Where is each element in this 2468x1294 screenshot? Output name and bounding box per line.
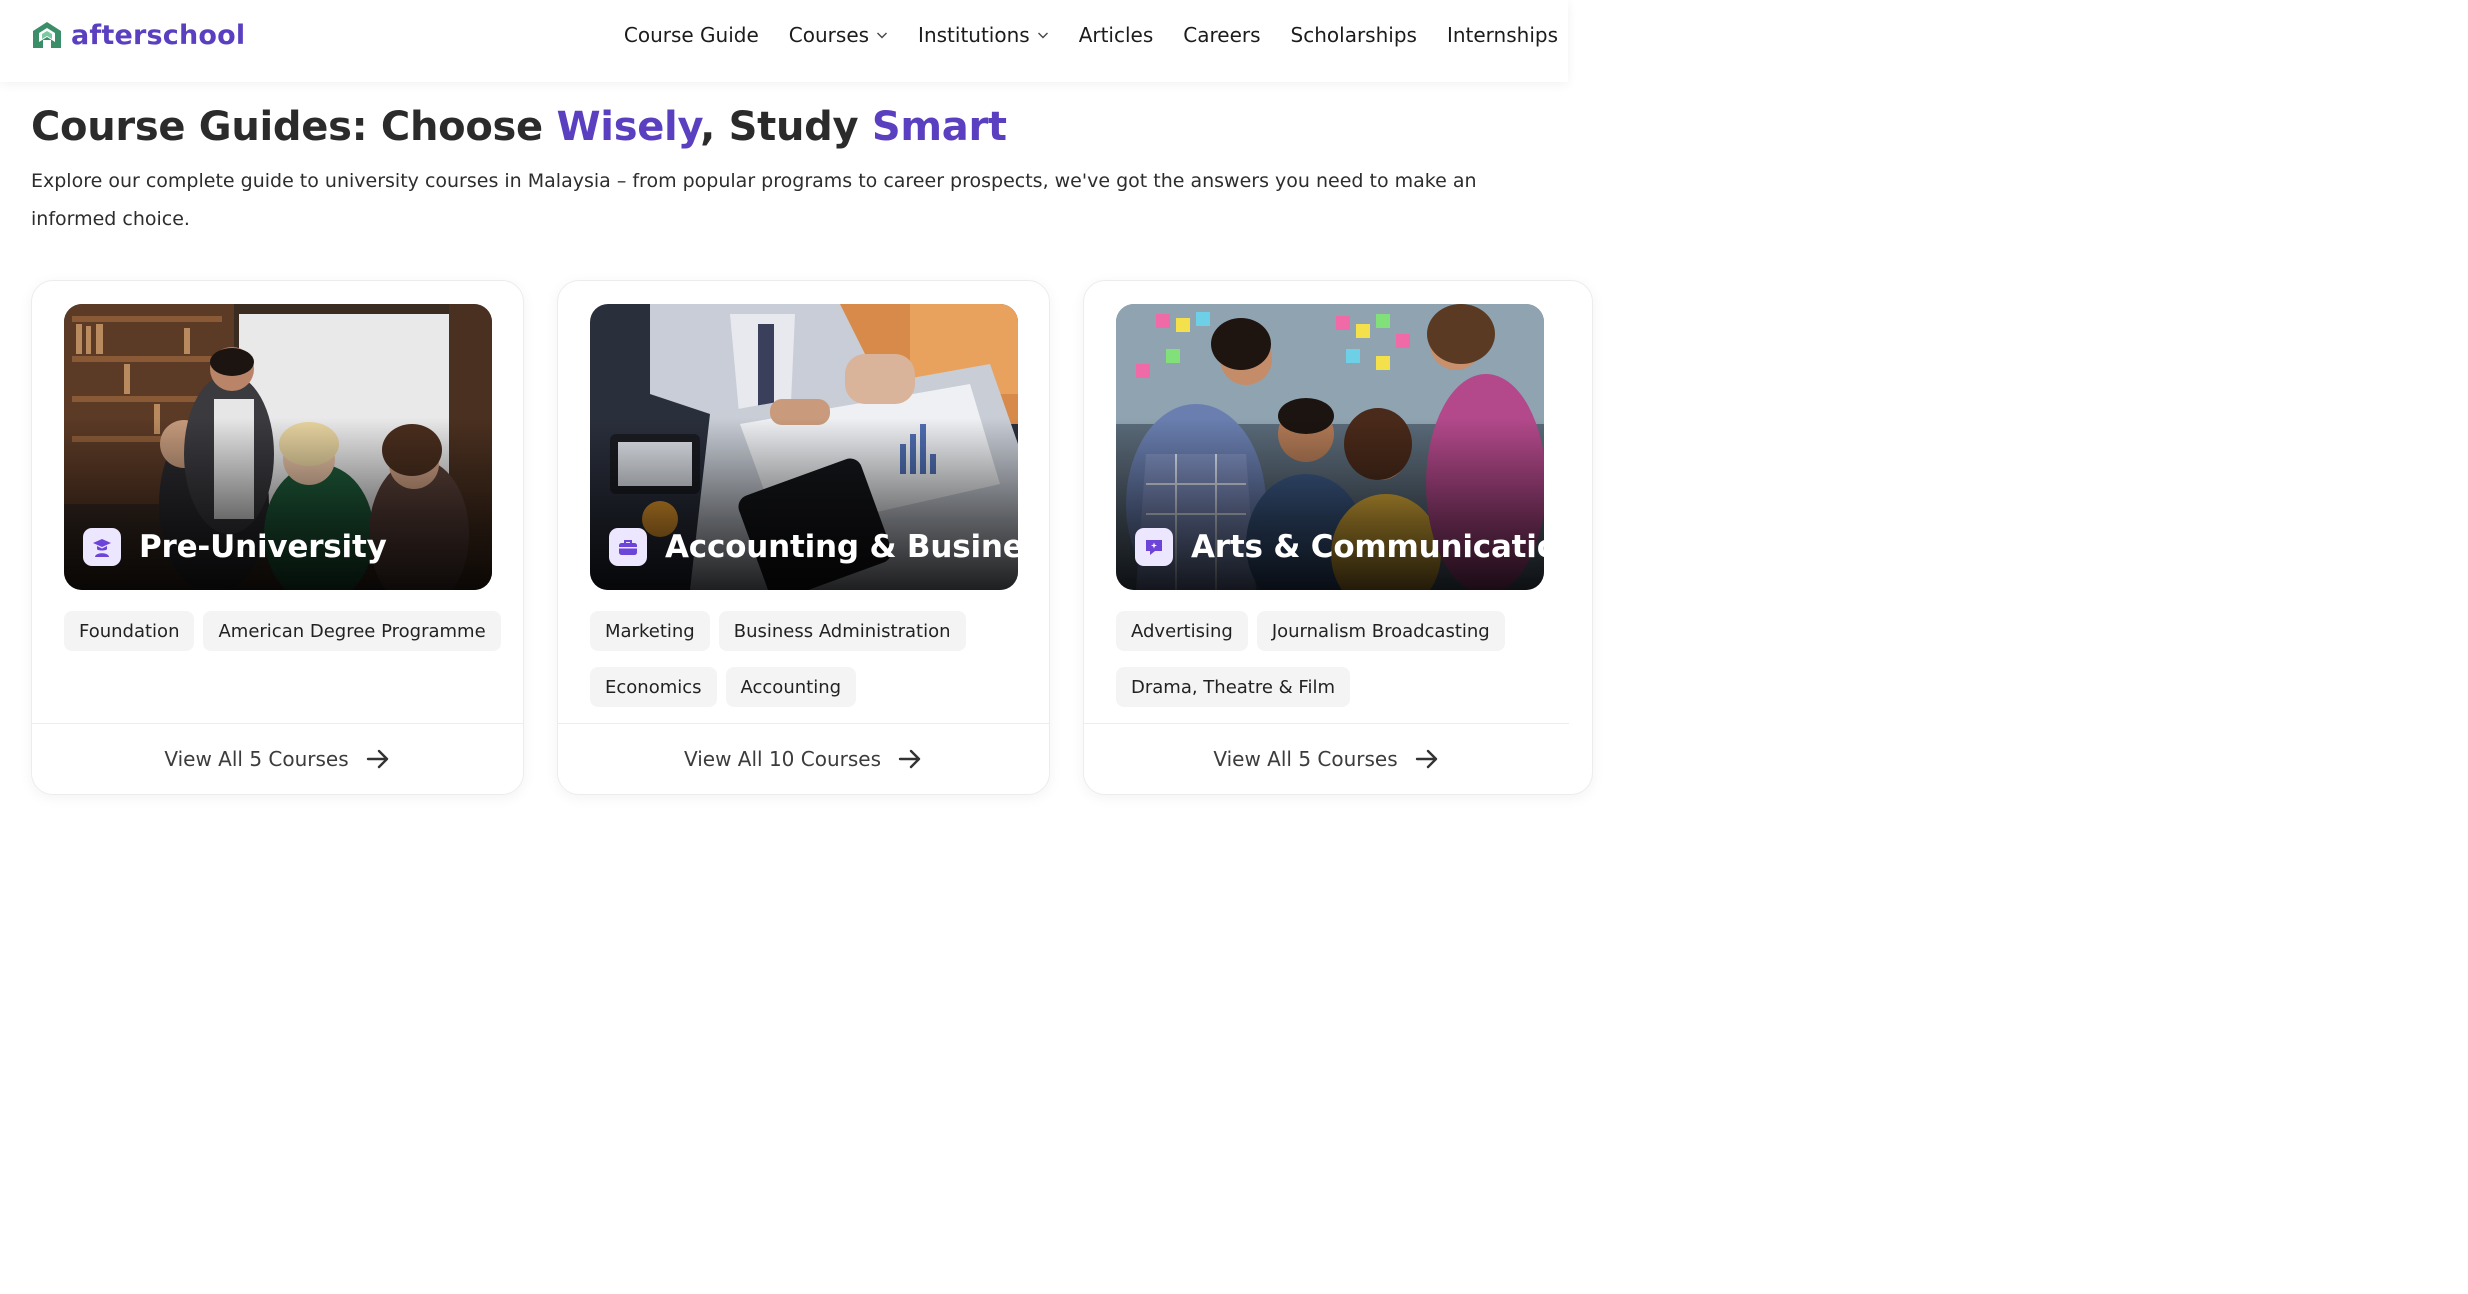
- nav-label: Course Guide: [623, 23, 759, 47]
- tag-chip[interactable]: Accounting: [725, 667, 857, 707]
- card-category: Arts & Communication: [1135, 528, 1544, 566]
- card-image: Pre-University: [64, 304, 492, 590]
- page-title: Course Guides: Choose Wisely, Study Smar…: [31, 104, 1007, 150]
- nav-articles[interactable]: Articles: [1079, 23, 1154, 47]
- tag-list: Foundation American Degree Programme: [64, 611, 504, 651]
- nav-courses[interactable]: Courses: [789, 23, 888, 47]
- nav-course-guide[interactable]: Course Guide: [624, 23, 759, 47]
- arrow-right-icon: [366, 749, 388, 769]
- tag-chip[interactable]: Foundation: [64, 611, 195, 651]
- logo-mark-icon: [33, 22, 61, 48]
- view-all-courses-link[interactable]: View All 10 Courses: [558, 723, 1049, 794]
- arrow-right-icon: [1415, 749, 1437, 769]
- page-subtitle: Explore our complete guide to university…: [31, 170, 1477, 230]
- tag-chip[interactable]: Marketing: [590, 611, 710, 651]
- nav-label: Internships: [1446, 23, 1558, 47]
- nav-scholarships[interactable]: Scholarships: [1291, 23, 1417, 47]
- title-part: Course Guides: Choose: [31, 104, 557, 150]
- title-accent: Smart: [871, 104, 1007, 150]
- view-all-label: View All 5 Courses: [164, 747, 349, 771]
- main-nav: Course Guide Courses Institutions Articl…: [624, 20, 1558, 50]
- nav-label: Scholarships: [1290, 23, 1417, 47]
- card-image: Accounting & Business: [590, 304, 1018, 590]
- chat-bubble-icon: [1135, 528, 1173, 566]
- title-part: , Study: [700, 104, 872, 150]
- site-header: afterschool Course Guide Courses Institu…: [0, 0, 1568, 82]
- card-title: Arts & Communication: [1191, 529, 1544, 565]
- tag-list: Marketing Business Administration Econom…: [590, 611, 1030, 707]
- card-title: Accounting & Business: [665, 529, 1018, 565]
- chevron-down-icon: [1037, 32, 1048, 39]
- view-all-courses-link[interactable]: View All 5 Courses: [1084, 723, 1569, 794]
- view-all-courses-link[interactable]: View All 5 Courses: [32, 723, 523, 794]
- tag-list: Advertising Journalism Broadcasting Dram…: [1116, 611, 1556, 707]
- course-card-arts-communication[interactable]: Arts & Communication Advertising Journal…: [1083, 280, 1593, 795]
- view-all-label: View All 5 Courses: [1213, 747, 1398, 771]
- nav-label: Institutions: [918, 23, 1030, 47]
- tag-chip[interactable]: Business Administration: [718, 611, 966, 651]
- graduate-icon: [83, 528, 121, 566]
- nav-institutions[interactable]: Institutions: [918, 23, 1049, 47]
- logo-text: afterschool: [71, 19, 246, 51]
- tag-chip[interactable]: Drama, Theatre & Film: [1116, 667, 1351, 707]
- chevron-down-icon: [877, 32, 888, 39]
- nav-label: Articles: [1078, 23, 1154, 47]
- course-card-accounting-business[interactable]: Accounting & Business Marketing Business…: [557, 280, 1050, 795]
- tag-chip[interactable]: Advertising: [1116, 611, 1248, 651]
- card-category: Pre-University: [83, 528, 387, 566]
- course-card-pre-university[interactable]: Pre-University Foundation American Degre…: [31, 280, 524, 795]
- nav-internships[interactable]: Internships: [1447, 23, 1558, 47]
- nav-label: Careers: [1183, 23, 1261, 47]
- card-category: Accounting & Business: [609, 528, 1018, 566]
- card-image: Arts & Communication: [1116, 304, 1544, 590]
- card-title: Pre-University: [139, 529, 387, 565]
- tag-chip[interactable]: American Degree Programme: [203, 611, 501, 651]
- tag-chip[interactable]: Economics: [590, 667, 717, 707]
- afterschool-logo[interactable]: afterschool: [31, 18, 245, 52]
- view-all-label: View All 10 Courses: [683, 747, 882, 771]
- arrow-right-icon: [898, 749, 921, 769]
- title-accent: Wisely: [556, 104, 701, 150]
- tag-chip[interactable]: Journalism Broadcasting: [1256, 611, 1505, 651]
- nav-careers[interactable]: Careers: [1183, 23, 1260, 47]
- nav-label: Courses: [788, 23, 870, 47]
- briefcase-icon: [609, 528, 647, 566]
